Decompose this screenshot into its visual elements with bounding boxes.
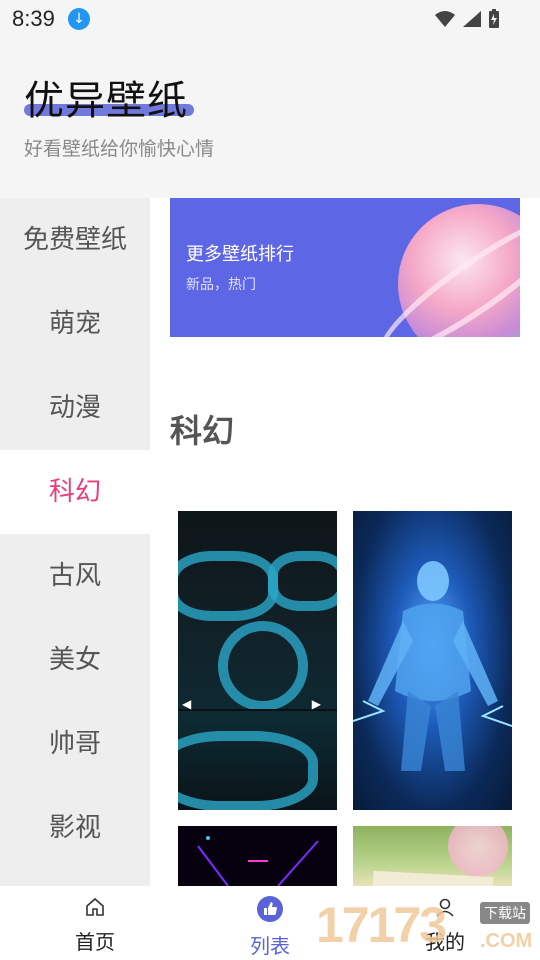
figure-silhouette (353, 561, 512, 771)
banner-subtitle: 新品，热门 (186, 277, 256, 293)
status-time: 8:39 (12, 6, 55, 31)
wallpaper-thumbnail[interactable]: ◀ ▶ (178, 511, 337, 810)
download-icon: ↓ (68, 8, 90, 30)
nav-home-label: 首页 (75, 930, 115, 954)
wallpaper-thumbnail[interactable] (178, 826, 337, 886)
ranking-banner[interactable]: 更多壁纸排行 新品，热门 (170, 198, 520, 337)
sidebar-item-anime[interactable]: 动漫 (0, 366, 150, 450)
sidebar-item-handsome[interactable]: 帅哥 (0, 702, 150, 786)
arrow-right-icon: ▶ (311, 697, 321, 711)
bubble-shape (448, 826, 508, 876)
dragon-shape (178, 731, 318, 810)
nav-home[interactable]: 首页 (35, 896, 155, 955)
watermark-badge: 下载站 (480, 902, 530, 924)
thumbs-up-icon (257, 896, 283, 922)
page-title: 优异壁纸 (24, 78, 188, 124)
sidebar-item-scifi[interactable]: 科幻 (0, 450, 150, 534)
watermark-number: 17173 (316, 897, 447, 953)
watermark-domain: .COM (480, 930, 533, 952)
battery-icon (489, 9, 499, 28)
sidebar-item-ancient[interactable]: 古风 (0, 534, 150, 618)
section-title: 科幻 (170, 412, 235, 450)
sidebar-item-pets[interactable]: 萌宠 (0, 282, 150, 366)
neon-lines (197, 836, 319, 886)
nav-list[interactable]: 列表 (210, 896, 330, 959)
sidebar-item-free[interactable]: 免费壁纸 (0, 198, 150, 282)
page-subtitle: 好看壁纸给你愉快心情 (24, 138, 215, 160)
nav-list-label: 列表 (250, 934, 290, 958)
banner-title: 更多壁纸排行 (186, 244, 294, 265)
signal-icon (463, 11, 481, 27)
dragon-shape (178, 551, 278, 621)
arrow-left-icon: ◀ (182, 697, 192, 711)
sidebar-item-beauty[interactable]: 美女 (0, 618, 150, 702)
home-icon (86, 897, 104, 916)
category-sidebar: 免费壁纸 萌宠 动漫 科幻 古风 美女 帅哥 影视 (0, 198, 150, 886)
site-watermark: 17173 下载站 .COM (316, 896, 540, 960)
header: 优异壁纸 好看壁纸给你愉快心情 (0, 38, 540, 198)
wallpaper-thumbnail[interactable] (353, 826, 512, 886)
status-bar: 8:39 ↓ (0, 0, 540, 38)
content-area: 更多壁纸排行 新品，热门 科幻 ◀ ▶ (150, 198, 540, 886)
dragon-shape (218, 621, 308, 711)
wifi-icon (435, 11, 455, 27)
dragon-shape (268, 551, 337, 611)
wallpaper-thumbnail[interactable] (353, 511, 512, 810)
title-wrap: 优异壁纸 (24, 68, 194, 126)
system-icons (434, 9, 500, 29)
sidebar-item-film[interactable]: 影视 (0, 786, 150, 870)
